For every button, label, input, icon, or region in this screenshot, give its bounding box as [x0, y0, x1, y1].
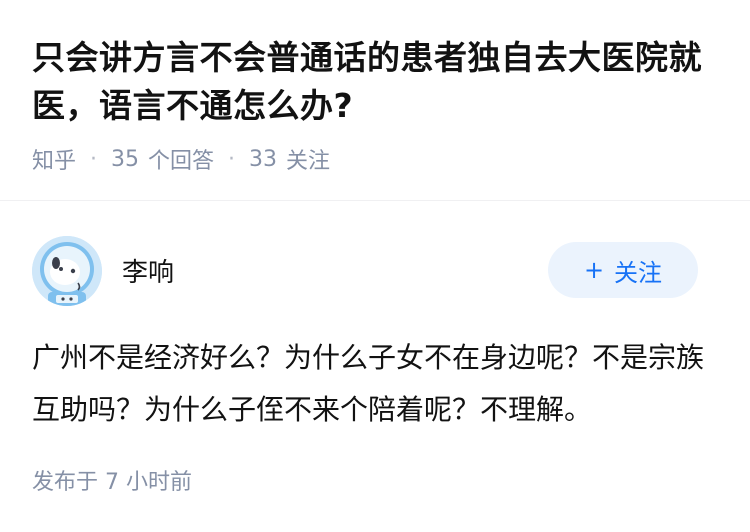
answer-content[interactable]: 广州不是经济好么？为什么子女不在身边呢？不是宗族互助吗？为什么子侄不来个陪着呢？… — [32, 332, 722, 436]
follow-button-label: 关注 — [614, 258, 663, 287]
question-header: 只会讲方言不会普通话的患者独自去大医院就医，语言不通怎么办? 知乎 · 35 个… — [0, 0, 750, 201]
publish-time: 发布于 7 小时前 — [32, 470, 192, 495]
astronaut-dog-icon — [32, 236, 102, 306]
meta-separator: · — [90, 146, 98, 172]
meta-separator: · — [228, 146, 236, 172]
followers-count: 33 — [249, 146, 278, 172]
question-meta: 知乎 · 35 个回答 · 33 关注 — [32, 143, 718, 175]
plus-icon: + — [583, 256, 605, 284]
avatar[interactable] — [32, 236, 102, 306]
author-row: 李响 + 关注 — [30, 234, 720, 306]
source-label[interactable]: 知乎 — [32, 143, 76, 175]
author-name[interactable]: 李响 — [122, 252, 174, 289]
follow-button[interactable]: + 关注 — [548, 242, 698, 298]
answers-label[interactable]: 个回答 — [148, 143, 214, 175]
question-title[interactable]: 只会讲方言不会普通话的患者独自去大医院就医，语言不通怎么办? — [32, 34, 718, 130]
followers-label[interactable]: 关注 — [286, 143, 330, 175]
answers-count: 35 — [111, 146, 140, 172]
